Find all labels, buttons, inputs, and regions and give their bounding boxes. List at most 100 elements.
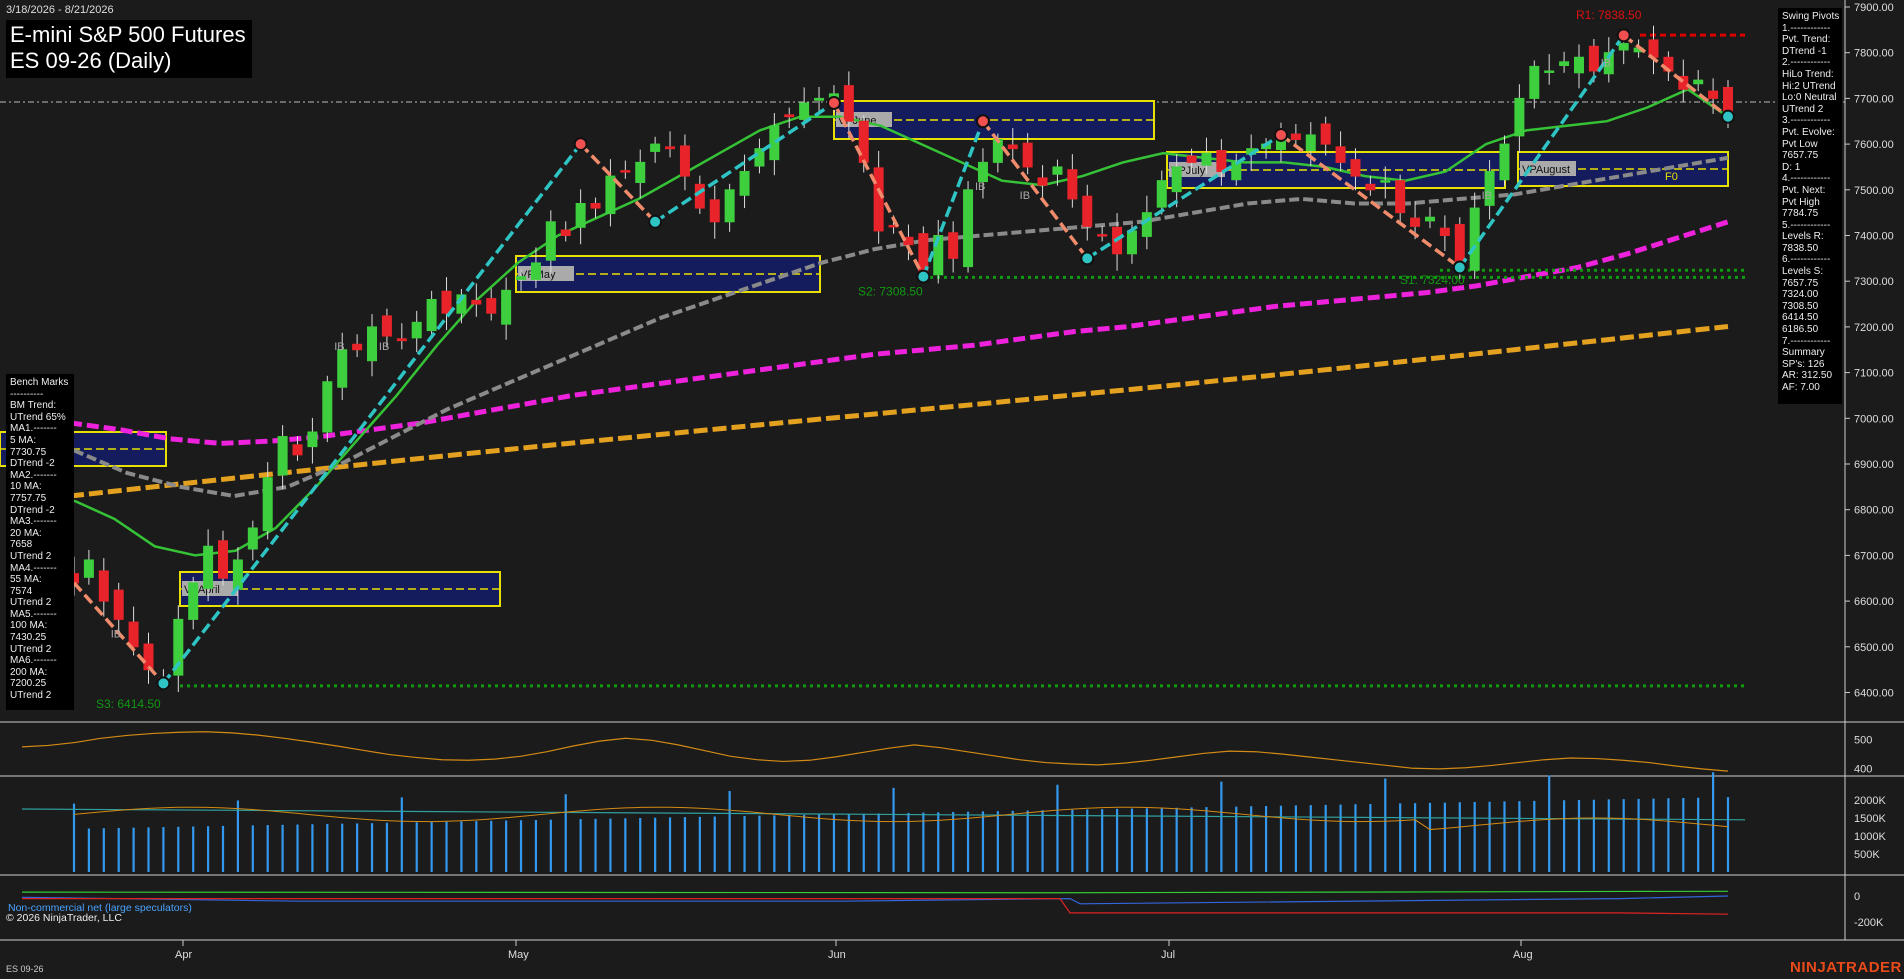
- symbol-footer: ES 09-26: [6, 964, 44, 974]
- bench-panel-line: 7200.25: [10, 678, 47, 690]
- y-tick-label: 6800.00: [1854, 505, 1894, 517]
- candle-body: [262, 477, 273, 532]
- candle-body: [516, 276, 527, 280]
- swing-panel-line: Hi:2 UTrend: [1782, 80, 1836, 92]
- candle-body: [113, 589, 124, 620]
- candle-body: [1499, 143, 1510, 181]
- candle-body: [352, 343, 363, 351]
- candle-body: [218, 540, 229, 579]
- candle-body: [1082, 195, 1093, 227]
- bench-panel-line: 5 MA:: [10, 434, 37, 446]
- swing-panel-line: 5.------------: [1782, 219, 1831, 231]
- level-label-r1: R1: 7838.50: [1576, 8, 1642, 22]
- bench-panel-line: 7658: [10, 539, 33, 551]
- bench-panel-line: 10 MA:: [10, 481, 42, 493]
- candle-body: [277, 436, 288, 476]
- swing-panel-line: 7324.00: [1782, 289, 1819, 301]
- ib-label: IB: [1601, 57, 1611, 69]
- candle-body: [784, 114, 795, 118]
- candle-body: [545, 221, 556, 261]
- y-tick-label: 6400.00: [1854, 688, 1894, 700]
- candle-body: [1544, 70, 1555, 73]
- candle-body: [396, 338, 407, 342]
- bench-panel-line: MA3.-------: [10, 516, 57, 528]
- swing-panel-line: 6.------------: [1782, 254, 1831, 266]
- candle-body: [560, 229, 571, 237]
- y-tick-label: 6500.00: [1854, 642, 1894, 654]
- candle-body: [1514, 97, 1525, 137]
- cot-tick-label: 0: [1854, 891, 1860, 903]
- cot-commercial-line: [21, 890, 1729, 894]
- swing-pivot-dot: [1452, 260, 1467, 275]
- swing-panel-line: 1.------------: [1782, 22, 1831, 34]
- swing-panel-line: Summary: [1782, 347, 1825, 359]
- swing-panel-line: 4.------------: [1782, 173, 1831, 185]
- candle-body: [1171, 166, 1182, 193]
- candle-body: [1410, 217, 1421, 227]
- y-tick-label: 7900.00: [1854, 2, 1894, 14]
- swing-panel-line: DTrend -1: [1782, 45, 1827, 57]
- swing-pivot-dot: [916, 269, 931, 284]
- ib-label: IB: [975, 181, 985, 193]
- swing-pivot-dot: [1616, 28, 1631, 43]
- swing-panel-line: UTrend 2: [1782, 103, 1824, 115]
- bench-panel-line: UTrend 2: [10, 690, 52, 702]
- candle-body: [1588, 45, 1599, 72]
- swing-panel-line: 3.------------: [1782, 115, 1831, 127]
- candle-body: [1708, 90, 1719, 99]
- bench-panel-line: MA4.-------: [10, 562, 57, 574]
- bench-panel-line: DTrend -2: [10, 458, 55, 470]
- candle-body: [948, 232, 959, 259]
- level-label-s2: S2: 7308.50: [858, 284, 923, 298]
- swing-panel-line: Pvt. Trend:: [1782, 34, 1831, 46]
- candle-body: [98, 570, 109, 602]
- chart-subtitle: ES 09-26 (Daily): [10, 48, 172, 73]
- swing-pivot-dot: [573, 137, 588, 152]
- swing-panel-line: AF: 7.00: [1782, 382, 1820, 393]
- candle-body: [1305, 134, 1316, 151]
- candle-body: [1573, 56, 1584, 74]
- candle-body: [1350, 159, 1361, 177]
- candle-body: [977, 161, 988, 183]
- swing-panel-line: 7784.75: [1782, 208, 1819, 220]
- candle-body: [530, 262, 541, 280]
- volume-ma-line: [21, 808, 1746, 821]
- cot-specs-line: [21, 895, 1729, 905]
- candle-body: [739, 171, 750, 196]
- bench-panel-line: UTrend 2: [10, 643, 52, 655]
- swing-panel-line: Levels S:: [1782, 266, 1824, 278]
- candle-body: [1097, 234, 1108, 237]
- candle-body: [322, 381, 333, 433]
- swing-pivot-dot: [648, 214, 663, 229]
- swing-panel-line: Pvt Low: [1782, 138, 1818, 150]
- swing-panel-line: D: 1: [1782, 161, 1801, 173]
- copyright: © 2026 NinjaTrader, LLC: [6, 912, 122, 924]
- swing-line: [1622, 33, 1730, 119]
- y-tick-label: 6600.00: [1854, 596, 1894, 608]
- candle-body: [188, 582, 199, 620]
- y-tick-label: 7200.00: [1854, 322, 1894, 334]
- volume-tick-label: 500K: [1854, 849, 1880, 861]
- swing-panel-line: Pvt. Evolve:: [1782, 126, 1835, 138]
- candle-body: [292, 444, 303, 456]
- candle-body: [873, 167, 884, 232]
- bench-panel-line: UTrend 65%: [10, 411, 66, 423]
- chart-title-box: E-mini S&P 500 Futures ES 09-26 (Daily): [6, 20, 252, 78]
- candle-body: [471, 299, 482, 305]
- bench-panel-line: 100 MA:: [10, 620, 48, 632]
- candle-body: [486, 298, 497, 314]
- candle-body: [814, 97, 825, 101]
- swing-panel-line: 7.------------: [1782, 335, 1831, 347]
- osc-tick-label: 400: [1854, 763, 1872, 775]
- candle-body: [963, 189, 974, 268]
- level-label-s1: S1: 7324.00: [1400, 273, 1465, 287]
- ib-label: IB: [1020, 190, 1030, 202]
- candle-body: [426, 298, 437, 332]
- swing-pivot-dot: [826, 95, 841, 110]
- bench-panel-line: DTrend -2: [10, 504, 55, 516]
- y-tick-label: 7000.00: [1854, 413, 1894, 425]
- candle-body: [441, 290, 452, 314]
- candle-body: [1439, 227, 1450, 237]
- candle-body: [679, 145, 690, 177]
- swing-pivot-dot: [1273, 127, 1288, 142]
